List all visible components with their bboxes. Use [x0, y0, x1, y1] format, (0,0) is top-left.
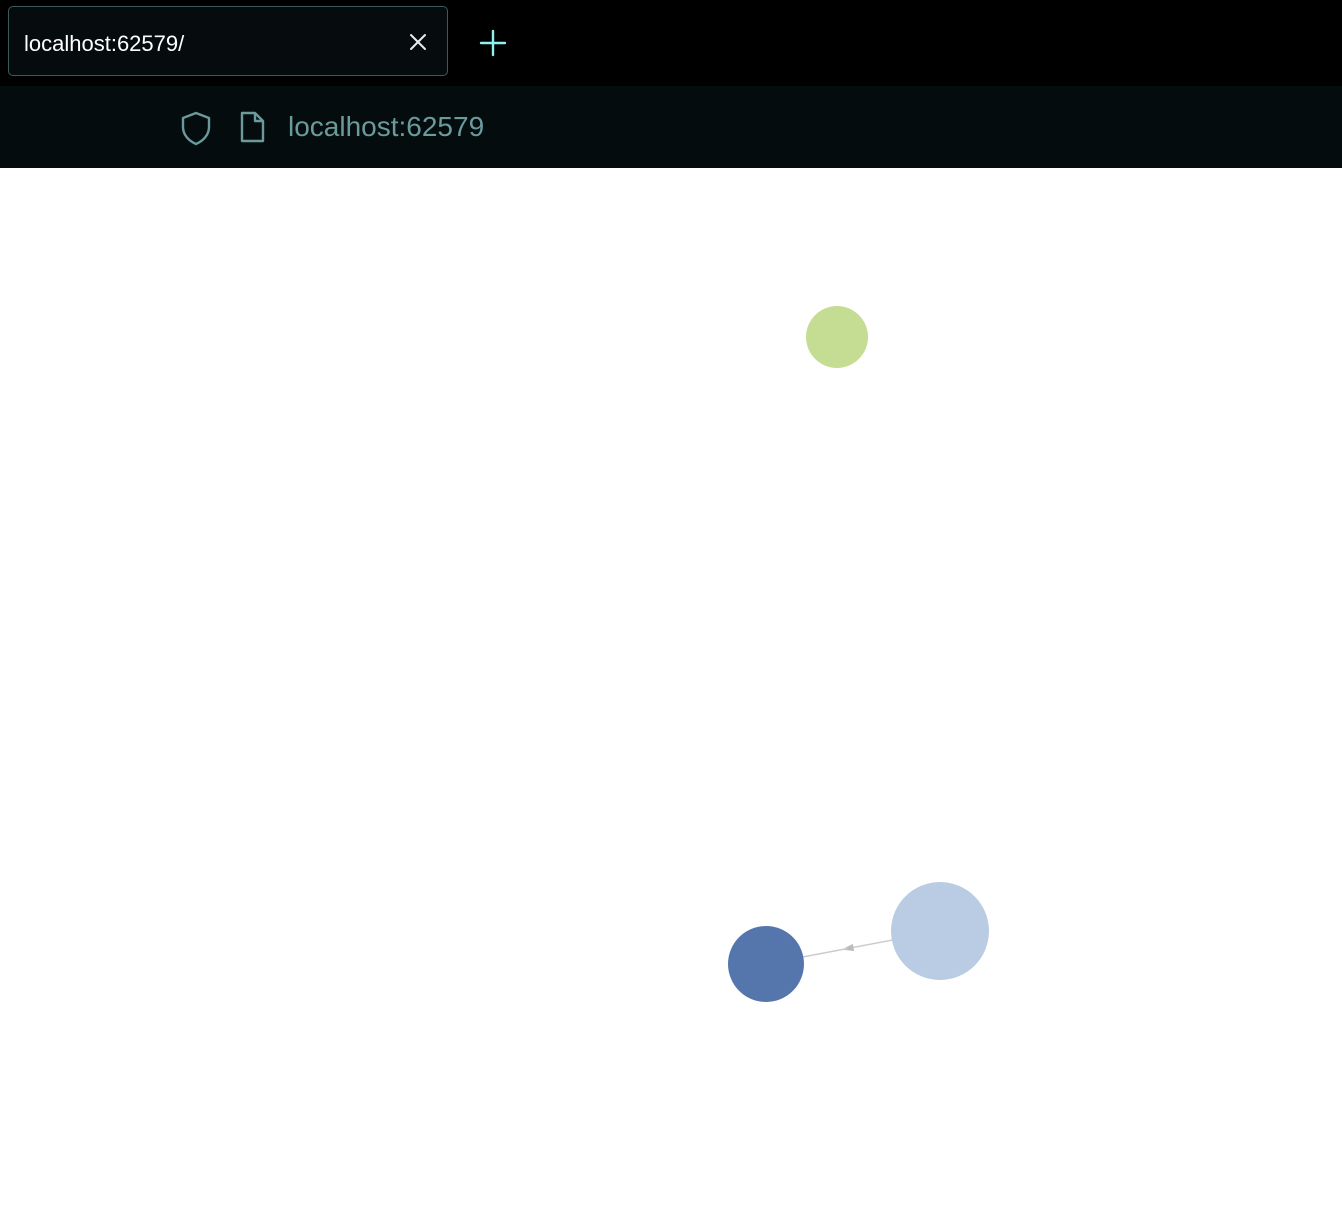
url-field[interactable]: localhost:62579 — [288, 110, 484, 144]
graph-edge — [841, 939, 892, 951]
graph-edge-segment — [803, 947, 848, 958]
close-icon[interactable] — [407, 31, 429, 53]
graph-node[interactable] — [891, 882, 989, 980]
graph-node[interactable] — [806, 306, 868, 368]
plus-icon[interactable] — [478, 28, 508, 58]
tab-strip: localhost:62579/ — [0, 0, 1342, 86]
graph-node[interactable] — [728, 926, 804, 1002]
shield-icon[interactable] — [179, 110, 213, 146]
edges-layer — [803, 939, 892, 958]
nodes-layer — [728, 306, 989, 1002]
address-bar: localhost:62579 — [0, 86, 1342, 168]
browser-tab[interactable]: localhost:62579/ — [8, 6, 448, 76]
graph-canvas — [728, 306, 989, 1002]
document-icon — [240, 111, 265, 143]
tab-title: localhost:62579/ — [24, 31, 185, 56]
page-content — [0, 168, 1342, 1228]
